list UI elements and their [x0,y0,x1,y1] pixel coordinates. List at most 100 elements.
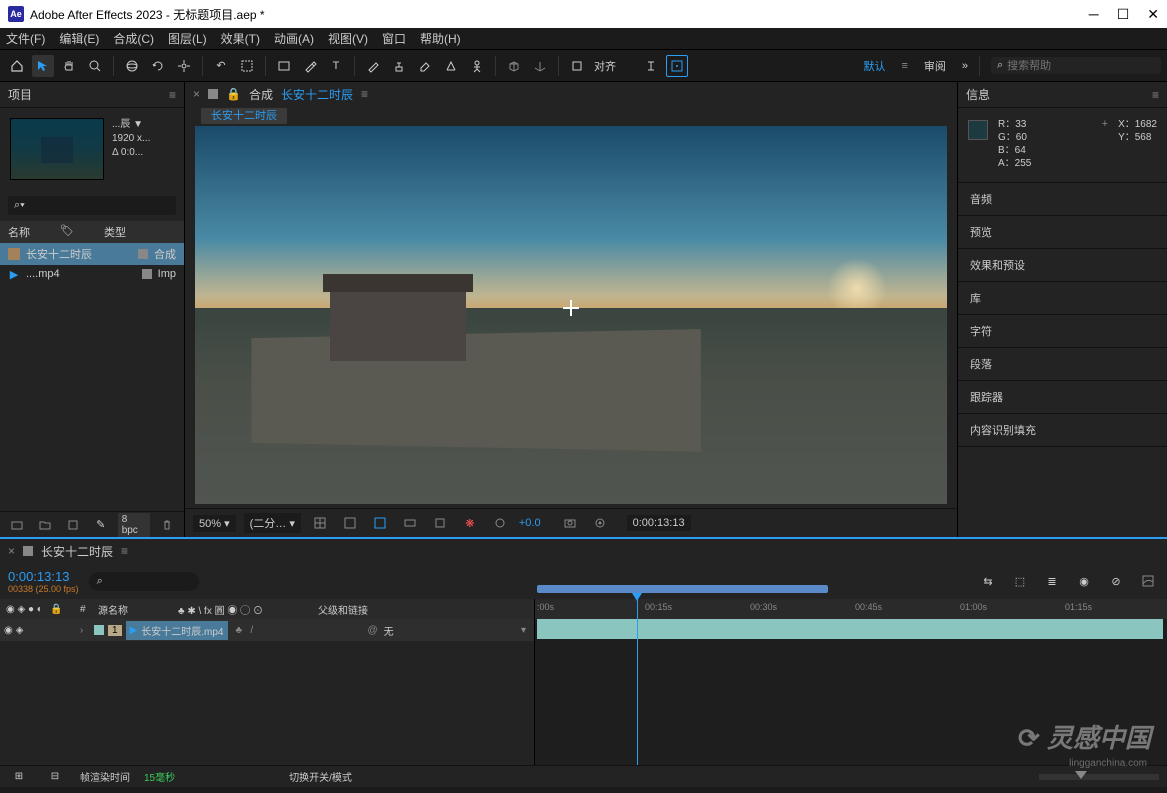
menu-window[interactable]: 窗口 [382,30,406,47]
project-item-comp[interactable]: 长安十二时辰 合成 [0,243,184,265]
tracker-panel-header[interactable]: 跟踪器 [958,381,1167,414]
region-icon[interactable] [399,512,421,534]
workspace-review[interactable]: 审阅 [916,58,954,74]
preview-panel-header[interactable]: 预览 [958,216,1167,249]
anchor-tool-icon[interactable] [173,55,195,77]
mask-toggle-icon[interactable] [339,512,361,534]
help-search[interactable]: ⌕ [991,57,1161,74]
maximize-button[interactable]: ☐ [1117,6,1130,23]
comp-name[interactable]: 长安十二时辰 [281,86,353,103]
puppet-tool-icon[interactable] [466,55,488,77]
transparency-grid-icon[interactable] [369,512,391,534]
stamp-tool-icon[interactable] [388,55,410,77]
timeline-comp-name[interactable]: 长安十二时辰 [41,543,113,560]
selection-tool-icon[interactable] [32,55,54,77]
zoom-tool-icon[interactable] [84,55,106,77]
col-tag-icon[interactable]: 🏷 [60,224,74,240]
close-button[interactable]: ✕ [1147,6,1159,23]
grid-toggle-icon[interactable] [309,512,331,534]
adjust-icon[interactable]: ✎ [90,514,112,536]
timeline-timecode[interactable]: 0:00:13:13 [8,569,79,584]
rotate-tool-icon[interactable] [147,55,169,77]
brush-tool-icon[interactable] [362,55,384,77]
new-comp-icon[interactable] [62,514,84,536]
snapshot-icon[interactable] [559,512,581,534]
timeline-search[interactable]: ⌕ [89,572,199,591]
workspace-more-icon[interactable]: » [962,60,968,72]
parent-dropdown[interactable]: 无 [384,623,394,638]
menu-view[interactable]: 视图(V) [328,30,368,47]
pickwhip-icon[interactable]: @ [368,625,378,636]
align-label[interactable]: 对齐 [594,58,616,74]
roto-tool-icon[interactable] [440,55,462,77]
layer-clip-bar[interactable] [537,619,1163,639]
panel-close-icon[interactable]: × [8,544,15,558]
hand-tool-icon[interactable] [58,55,80,77]
timeline-track-area[interactable]: :00s 00:15s 00:30s 00:45s 01:00s 01:15s [535,599,1167,765]
col-type[interactable]: 类型 [104,224,126,240]
lock-icon[interactable]: 🔒 [226,87,241,101]
interpret-footage-icon[interactable] [6,514,28,536]
timeline-layer-row[interactable]: ◉ ◈ › 1 ▶ 长安十二时辰.mp4 ♣ / @ 无 ▾ [0,619,534,641]
project-item-video[interactable]: ▶ ....mp4 Imp [0,265,184,283]
eraser-tool-icon[interactable] [414,55,436,77]
layer-color-chip[interactable] [94,625,104,635]
shy-icon[interactable]: ≣ [1041,570,1063,592]
text-tool-icon[interactable]: T [325,55,347,77]
rect-tool-icon[interactable] [273,55,295,77]
toggle-switches-icon[interactable]: ⊞ [8,766,30,788]
content-aware-panel-header[interactable]: 内容识别填充 [958,414,1167,447]
help-search-input[interactable] [1007,60,1149,72]
axis-tool-icon[interactable] [529,55,551,77]
bpc-indicator[interactable]: 8 bpc [118,513,150,537]
draft3d-icon[interactable]: ⬚ [1009,570,1031,592]
snap-grid-icon[interactable] [666,55,688,77]
home-tool-icon[interactable] [6,55,28,77]
panel-menu-icon[interactable]: ≡ [1152,88,1159,102]
character-panel-header[interactable]: 字符 [958,315,1167,348]
work-area-bar[interactable] [537,585,828,593]
resolution-dropdown[interactable]: (二分… ▾ [244,513,301,533]
info-panel-title[interactable]: 信息 [966,86,990,103]
show-snapshot-icon[interactable] [589,512,611,534]
menu-effect[interactable]: 效果(T) [221,30,260,47]
col-name[interactable]: 名称 [8,224,30,240]
preview-timecode[interactable]: 0:00:13:13 [627,515,691,531]
source-name-col[interactable]: 源名称 [98,602,178,617]
time-ruler[interactable]: :00s 00:15s 00:30s 00:45s 01:00s 01:15s [535,599,1167,619]
panel-close-icon[interactable]: × [193,87,200,101]
audio-toggle-icon[interactable]: ◈ [16,625,24,636]
reset-exposure-icon[interactable] [489,512,511,534]
viewport[interactable] [185,128,957,508]
mask-tool-icon[interactable] [236,55,258,77]
parent-col[interactable]: 父级和链接 [318,602,534,617]
menu-layer[interactable]: 图层(L) [168,30,207,47]
snap-rect-icon[interactable] [566,55,588,77]
menu-file[interactable]: 文件(F) [6,30,45,47]
3d-tool-icon[interactable] [503,55,525,77]
library-panel-header[interactable]: 库 [958,282,1167,315]
trash-icon[interactable] [156,514,178,536]
minimize-button[interactable]: ─ [1089,6,1099,23]
menu-composition[interactable]: 合成(C) [113,30,154,47]
snap-toggle-icon[interactable] [640,55,662,77]
orbit-tool-icon[interactable] [121,55,143,77]
motion-blur-icon[interactable]: ⊘ [1105,570,1127,592]
panel-menu-icon[interactable]: ≡ [361,87,368,101]
undo-icon[interactable]: ↶ [210,55,232,77]
project-panel-title[interactable]: 项目 [8,86,32,103]
pen-tool-icon[interactable] [299,55,321,77]
comp-breadcrumb[interactable]: 长安十二时辰 [201,108,287,124]
project-thumbnail[interactable] [10,118,104,180]
menu-help[interactable]: 帮助(H) [420,30,461,47]
workspace-default[interactable]: 默认 [855,58,893,74]
exposure-value[interactable]: +0.0 [519,517,541,529]
audio-panel-header[interactable]: 音频 [958,183,1167,216]
menu-animation[interactable]: 动画(A) [274,30,314,47]
new-folder-icon[interactable] [34,514,56,536]
playhead[interactable] [637,599,638,765]
zoom-slider[interactable] [1039,774,1159,780]
paragraph-panel-header[interactable]: 段落 [958,348,1167,381]
panel-menu-icon[interactable]: ≡ [121,544,128,558]
channel-icon[interactable] [429,512,451,534]
